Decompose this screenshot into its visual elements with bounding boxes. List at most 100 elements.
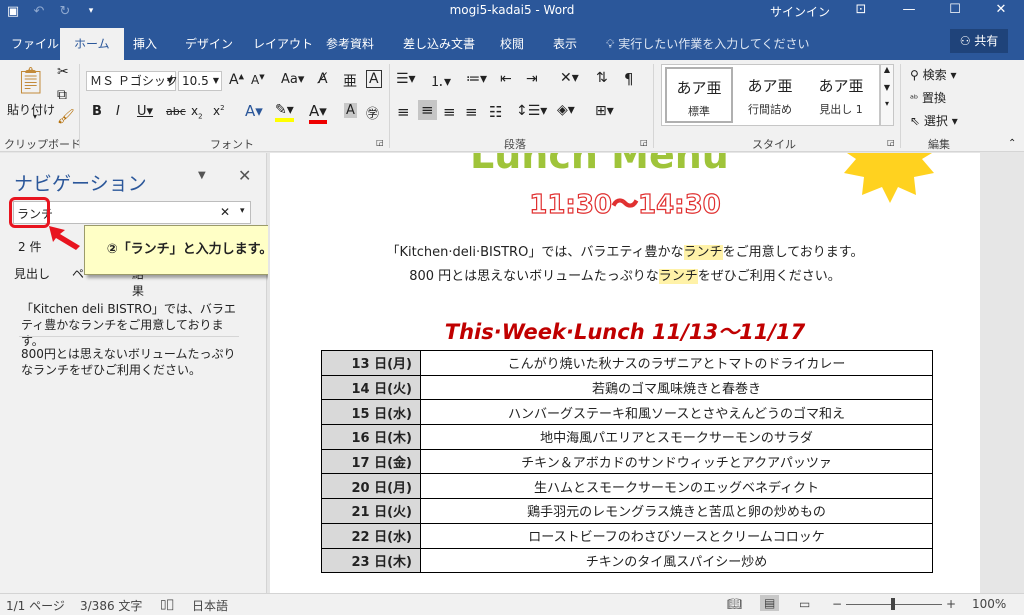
document-page[interactable]: Lunch Menu 800 11:30～14:30 「Kitchen·deli…	[270, 153, 980, 593]
proofing-icon[interactable]: ▯⃠	[160, 597, 174, 611]
justify-icon[interactable]: ≡	[465, 103, 478, 121]
sort-icon[interactable]: ⇅	[596, 70, 608, 86]
search-options-icon[interactable]: ▾	[240, 206, 245, 216]
web-layout-icon[interactable]: ▭	[799, 597, 810, 611]
zoom-out-icon[interactable]: −	[832, 597, 842, 611]
tab-insert[interactable]: 挿入	[133, 35, 157, 52]
tab-file[interactable]: ファイル	[11, 35, 59, 52]
tab-design[interactable]: デザイン	[185, 35, 233, 52]
change-case-icon[interactable]: Aa▾	[281, 72, 304, 87]
align-center-icon[interactable]: ≡	[418, 100, 437, 120]
dish-cell[interactable]: ハンバーグステーキ和風ソースとさやえんどうのゴマ和え	[420, 399, 933, 426]
tab-headings[interactable]: 見出し	[14, 267, 50, 281]
show-marks-icon[interactable]: ¶	[624, 70, 634, 88]
align-right-icon[interactable]: ≡	[443, 103, 456, 121]
day-cell[interactable]: 20 日(月)	[321, 473, 421, 500]
nav-options-icon[interactable]: ▼	[198, 170, 206, 181]
style-gallery-scroll[interactable]: ▲ ▼ ▾	[880, 64, 894, 126]
copy-icon[interactable]: ⧉	[57, 87, 67, 103]
clear-search-icon[interactable]: ✕	[220, 205, 230, 219]
day-cell[interactable]: 13 日(月)	[321, 350, 421, 376]
tab-layout[interactable]: レイアウト	[253, 35, 313, 52]
more-styles-icon[interactable]: ▾	[881, 99, 893, 108]
bullets-icon[interactable]: ☰▾	[396, 71, 416, 87]
day-cell[interactable]: 22 日(水)	[321, 522, 421, 549]
dish-cell[interactable]: チキンのタイ風スパイシー炒め	[420, 547, 933, 574]
search-result-item[interactable]: 800円とは思えないボリュームたっぷりなランチをぜひご利用ください。	[21, 346, 237, 378]
read-mode-icon[interactable]: 📖︎	[727, 597, 742, 611]
search-result-item[interactable]: 「Kitchen deli BISTRO」では、バラエティ豊かなランチをご用意し…	[21, 301, 237, 349]
dialog-launcher-icon[interactable]: ◲	[376, 138, 384, 147]
day-cell[interactable]: 15 日(水)	[321, 399, 421, 426]
cut-icon[interactable]: ✂	[57, 64, 69, 80]
phonetic-guide-icon[interactable]: 亜	[343, 71, 357, 91]
collapse-ribbon-icon[interactable]: ⌃	[1008, 138, 1016, 149]
word-count[interactable]: 3/386 文字	[80, 597, 142, 614]
strikethrough-icon[interactable]: abc	[166, 105, 186, 118]
tab-view[interactable]: 表示	[553, 35, 577, 52]
clear-formatting-icon[interactable]: A̸	[318, 71, 328, 87]
font-color-icon[interactable]: A▾	[309, 102, 327, 124]
minimize-icon[interactable]: —	[886, 0, 932, 22]
day-cell[interactable]: 23 日(木)	[321, 547, 421, 574]
style-heading-1[interactable]: あア亜 見出し 1	[807, 67, 875, 123]
numbering-icon[interactable]: ⒈▾	[430, 71, 451, 91]
dish-cell[interactable]: ローストビーフのわさびソースとクリームコロッケ	[420, 522, 933, 549]
zoom-level[interactable]: 100%	[972, 597, 1006, 611]
tab-home[interactable]: ホーム	[60, 28, 124, 60]
style-no-spacing[interactable]: あア亜 行間詰め	[736, 67, 804, 123]
line-spacing-icon[interactable]: ↕☰▾	[516, 103, 547, 119]
superscript-icon[interactable]: x2	[213, 104, 225, 118]
dish-cell[interactable]: 地中海風パエリアとスモークサーモンのサラダ	[420, 424, 933, 450]
decrease-indent-icon[interactable]: ⇤	[500, 71, 512, 87]
highlight-icon[interactable]: ✎▾	[275, 102, 294, 122]
share-button[interactable]: ⚇ 共有	[950, 29, 1008, 53]
day-cell[interactable]: 14 日(火)	[321, 374, 421, 401]
paste-icon[interactable]: 📋︎	[14, 66, 47, 96]
zoom-in-icon[interactable]: +	[946, 597, 956, 611]
paste-dropdown-icon[interactable]: ▾	[33, 112, 37, 121]
distributed-icon[interactable]: ☷	[489, 103, 502, 121]
asian-layout-icon[interactable]: ✕▾	[560, 70, 579, 86]
language-indicator[interactable]: 日本語	[192, 597, 228, 614]
zoom-slider-thumb[interactable]	[891, 598, 895, 610]
day-cell[interactable]: 17 日(金)	[321, 448, 421, 475]
underline-icon[interactable]: U▾	[137, 104, 153, 119]
font-size-combo[interactable]: 10.5 ▼	[178, 71, 222, 91]
scroll-down-icon[interactable]: ▼	[881, 83, 893, 92]
dialog-launcher-icon[interactable]: ◲	[640, 138, 648, 147]
borders-icon[interactable]: ⊞▾	[595, 103, 614, 119]
dish-cell[interactable]: こんがり焼いた秋ナスのラザニアとトマトのドライカレー	[420, 350, 933, 376]
style-normal[interactable]: あア亜 標準	[665, 67, 733, 123]
align-left-icon[interactable]: ≡	[397, 103, 410, 121]
shading-icon[interactable]: ◈▾	[557, 102, 575, 118]
dish-cell[interactable]: チキン＆アボカドのサンドウィッチとアクアパッツァ	[420, 448, 933, 475]
find-button[interactable]: ⚲ 検索 ▾	[910, 66, 956, 83]
select-button[interactable]: ⇖ 選択 ▾	[910, 112, 958, 129]
shrink-font-icon[interactable]: A▼	[251, 73, 265, 87]
scroll-up-icon[interactable]: ▲	[881, 65, 893, 74]
format-painter-icon[interactable]: 🖌︎	[57, 109, 75, 125]
replace-button[interactable]: ᵃᵇ 置換	[910, 89, 946, 106]
grow-font-icon[interactable]: A▲	[229, 72, 244, 88]
close-icon[interactable]: ✕	[978, 0, 1024, 22]
day-cell[interactable]: 21 日(火)	[321, 498, 421, 524]
tab-references[interactable]: 参考資料	[326, 35, 374, 52]
tell-me-box[interactable]: 💡︎ 実行したい作業を入力してください	[606, 35, 810, 52]
ribbon-display-icon[interactable]: ⊡	[838, 0, 884, 22]
close-icon[interactable]: ✕	[238, 166, 251, 185]
day-cell[interactable]: 16 日(木)	[321, 424, 421, 450]
dish-cell[interactable]: 鶏手羽元のレモングラス焼きと苦瓜と卵の炒めもの	[420, 498, 933, 524]
character-border-icon[interactable]: A	[366, 70, 382, 88]
page-count[interactable]: 1/1 ページ	[6, 597, 65, 614]
increase-indent-icon[interactable]: ⇥	[526, 71, 538, 87]
paste-button[interactable]: 貼り付け	[7, 101, 55, 118]
dialog-launcher-icon[interactable]: ◲	[887, 138, 895, 147]
italic-icon[interactable]: I	[116, 104, 120, 119]
enclose-characters-icon[interactable]: ㊫	[366, 103, 379, 122]
tab-mailings[interactable]: 差し込み文書	[403, 35, 475, 52]
multilevel-list-icon[interactable]: ≔▾	[466, 71, 487, 87]
dish-cell[interactable]: 若鶏のゴマ風味焼きと春巻き	[420, 374, 933, 401]
text-effects-icon[interactable]: A▾	[245, 102, 263, 120]
subscript-icon[interactable]: x2	[191, 104, 203, 120]
